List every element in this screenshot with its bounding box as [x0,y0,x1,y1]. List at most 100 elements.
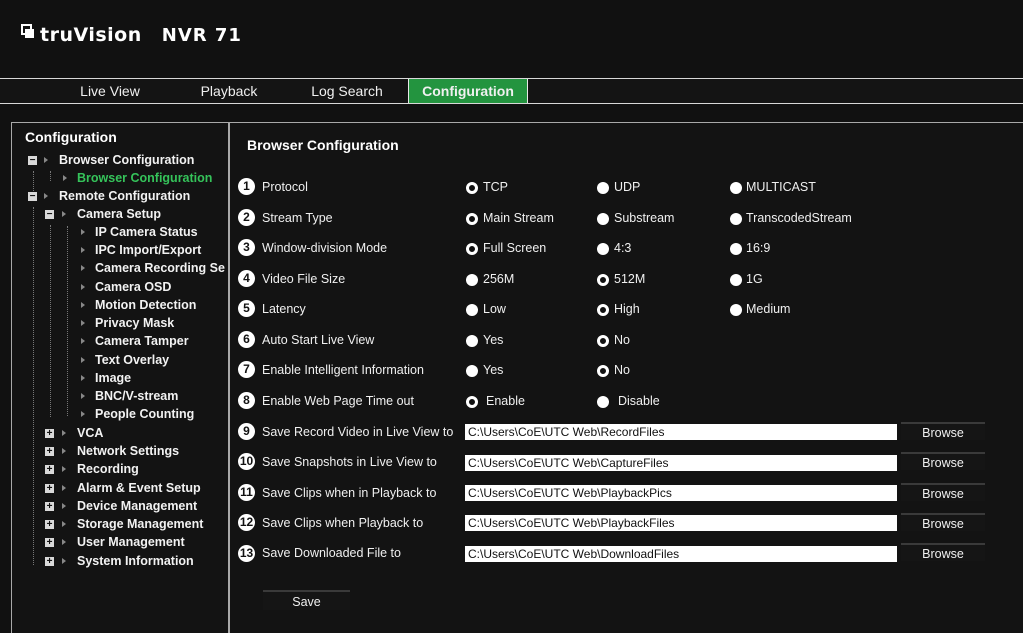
playback-files-path-input[interactable] [465,515,897,531]
tree-item-camera-setup[interactable]: Camera Setup [77,205,161,223]
tree-arrow-icon [81,338,85,344]
tree-item-system-information[interactable]: System Information [77,552,194,570]
tree-item-storage-management[interactable]: Storage Management [77,515,203,533]
tree-item-alarm-event-setup[interactable]: Alarm & Event Setup [77,479,201,497]
tab-configuration[interactable]: Configuration [408,79,528,103]
window-full-screen-radio[interactable] [466,243,478,255]
web-timeout-disable-radio[interactable] [597,396,609,408]
protocol-multicast-radio[interactable] [730,182,742,194]
window-16-9-radio[interactable] [730,243,742,255]
expand-icon[interactable]: + [45,429,54,439]
collapse-icon[interactable]: − [28,192,37,202]
latency-high-radio[interactable] [597,304,609,316]
stream-type-transcoded-radio[interactable] [730,213,742,225]
expand-icon[interactable]: + [45,520,54,530]
web-timeout-disable-label: Disable [618,394,660,408]
protocol-udp-label: UDP [614,180,641,194]
tree-arrow-icon [81,357,85,363]
tree-item-browser-configuration[interactable]: Browser Configuration [59,151,194,169]
window-division-label: Window-division Mode [262,241,388,255]
protocol-udp-radio[interactable] [597,182,609,194]
step-number-badge: 4 [238,270,255,287]
stream-type-sub-radio[interactable] [597,213,609,225]
expand-icon[interactable]: + [45,557,54,567]
window-4-3-radio[interactable] [597,243,609,255]
intelligent-info-yes-radio[interactable] [466,365,478,377]
tab-log-search[interactable]: Log Search [297,79,397,103]
tree-item-remote-configuration[interactable]: Remote Configuration [59,187,190,205]
collapse-icon[interactable]: − [45,210,54,220]
tree-connector [50,171,51,181]
tree-item-vca[interactable]: VCA [77,424,103,442]
step-number-badge: 5 [238,300,255,317]
file-size-512m-radio[interactable] [597,274,609,286]
expand-icon[interactable]: + [45,447,54,457]
tree-item-motion-detection[interactable]: Motion Detection [95,296,196,314]
web-timeout-enable-radio[interactable] [466,396,478,408]
tab-playback[interactable]: Playback [180,79,278,103]
intelligent-info-no-radio[interactable] [597,365,609,377]
step-number-badge: 12 [238,514,255,531]
snapshots-path-label: Save Snapshots in Live View to [262,455,437,469]
playback-clips-browse-button[interactable]: Browse [901,483,985,501]
protocol-tcp-label: TCP [483,180,508,194]
file-size-256m-radio[interactable] [466,274,478,286]
auto-start-no-radio[interactable] [597,335,609,347]
auto-start-live-view-label: Auto Start Live View [262,333,375,347]
tree-item-camera-osd[interactable]: Camera OSD [95,278,171,296]
auto-start-yes-radio[interactable] [466,335,478,347]
tree-item-network-settings[interactable]: Network Settings [77,442,179,460]
tree-item-people-counting[interactable]: People Counting [95,405,194,423]
record-video-path-input[interactable] [465,424,897,440]
tree-item-ip-camera-status[interactable]: IP Camera Status [95,223,198,241]
intelligent-info-yes-label: Yes [483,363,504,377]
latency-medium-label: Medium [746,302,791,316]
downloaded-file-path-input[interactable] [465,546,897,562]
tree-item-ipc-import-export[interactable]: IPC Import/Export [95,241,201,259]
tree-item-bnc-v-stream[interactable]: BNC/V-stream [95,387,178,405]
tree-item-camera-recording-settings[interactable]: Camera Recording Se [95,259,225,277]
tree-item-image[interactable]: Image [95,369,131,387]
file-size-256m-label: 256M [483,272,515,286]
stream-type-main-radio[interactable] [466,213,478,225]
main-nav: Live View Playback Log Search Configurat… [0,78,1023,104]
tree-arrow-icon [62,503,66,509]
collapse-icon[interactable]: − [28,156,37,166]
tree-arrow-icon [62,466,66,472]
latency-label: Latency [262,302,306,316]
expand-icon[interactable]: + [45,484,54,494]
tree-item-browser-configuration-sub[interactable]: Browser Configuration [77,169,212,187]
downloaded-file-browse-button[interactable]: Browse [901,543,985,561]
tree-arrow-icon [62,485,66,491]
stream-type-label: Stream Type [262,211,333,225]
file-size-1g-radio[interactable] [730,274,742,286]
latency-low-radio[interactable] [466,304,478,316]
tree-item-recording[interactable]: Recording [77,460,139,478]
playback-files-browse-button[interactable]: Browse [901,513,985,531]
stream-type-main-label: Main Stream [483,211,554,225]
truvision-logo-icon [21,24,37,46]
tree-connector [67,226,68,416]
tree-arrow-icon [44,193,48,199]
expand-icon[interactable]: + [45,538,54,548]
record-video-browse-button[interactable]: Browse [901,422,985,440]
save-button[interactable]: Save [263,590,350,610]
tree-item-privacy-mask[interactable]: Privacy Mask [95,314,174,332]
step-number-badge: 8 [238,392,255,409]
playback-clips-path-input[interactable] [465,485,897,501]
protocol-tcp-radio[interactable] [466,182,478,194]
snapshots-path-input[interactable] [465,455,897,471]
tree-arrow-icon [62,558,66,564]
tree-item-camera-tamper[interactable]: Camera Tamper [95,332,189,350]
tree-item-text-overlay[interactable]: Text Overlay [95,351,169,369]
tree-item-device-management[interactable]: Device Management [77,497,197,515]
latency-medium-radio[interactable] [730,304,742,316]
tree-arrow-icon [62,211,66,217]
tree-item-user-management[interactable]: User Management [77,533,185,551]
expand-icon[interactable]: + [45,465,54,475]
snapshots-browse-button[interactable]: Browse [901,452,985,470]
expand-icon[interactable]: + [45,502,54,512]
tab-live-view[interactable]: Live View [60,79,160,103]
brand-name: truVision [40,24,142,46]
protocol-label: Protocol [262,180,308,194]
